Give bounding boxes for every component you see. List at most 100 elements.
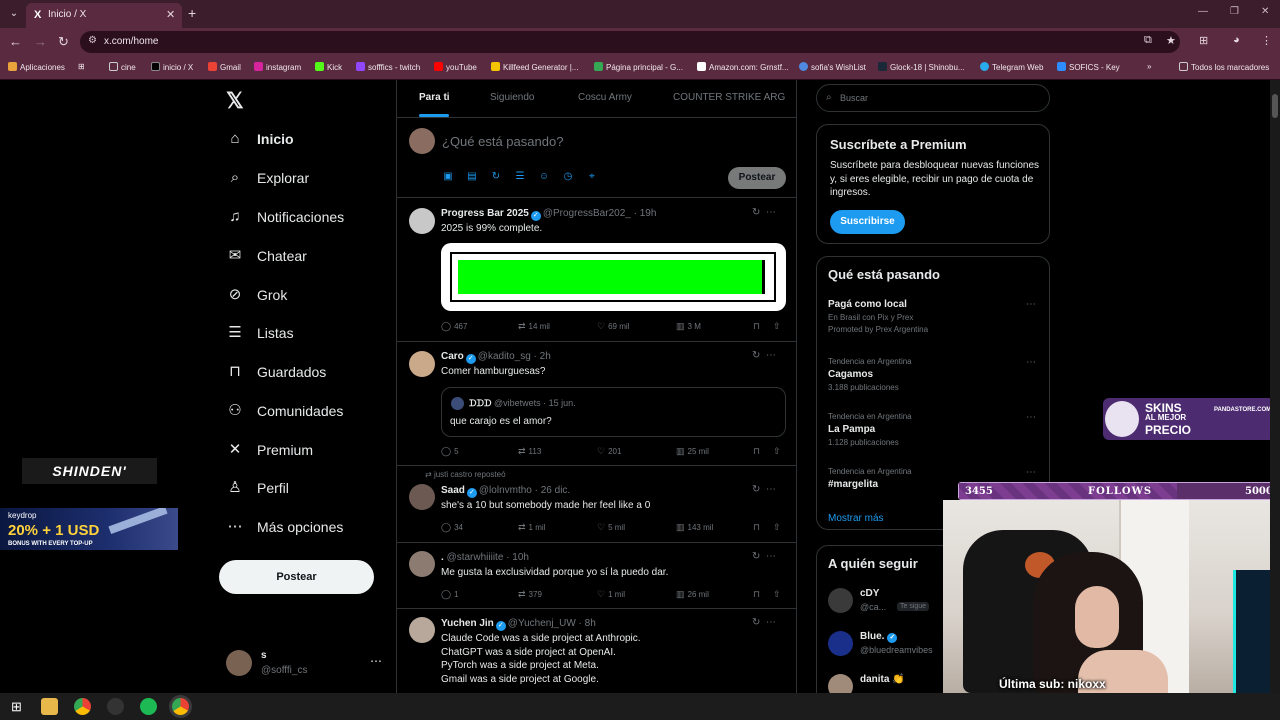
nav-item-explore[interactable]: ⌕ Explorar [226, 163, 309, 193]
scrollbar-thumb[interactable] [1272, 94, 1278, 118]
search-input[interactable]: ⌕ Buscar [816, 84, 1050, 112]
grok-icon[interactable]: ↻ ⋯ [752, 207, 776, 218]
share-button[interactable]: ⇧ [773, 589, 784, 600]
subscribe-button[interactable]: Suscribirse [830, 210, 905, 234]
bookmark-button[interactable]: ⊓ [753, 446, 763, 457]
bookmark-button[interactable]: ⊓ [753, 589, 763, 600]
new-tab-icon[interactable]: + [188, 5, 196, 21]
account-switcher[interactable]: s @sofffi_cs ⋯ [226, 648, 386, 678]
grok-icon[interactable]: ↻ ⋯ [752, 484, 776, 495]
chrome-icon[interactable] [74, 698, 91, 715]
bookmark-item[interactable]: Killfeed Generator |... [491, 62, 578, 72]
nav-item-chat[interactable]: ✉ Chatear [226, 241, 307, 271]
bookmark-folder-all[interactable]: Todos los marcadores [1179, 62, 1269, 72]
tab-following[interactable]: Siguiendo [490, 92, 534, 103]
nav-item-profile[interactable]: ♙ Perfil [226, 473, 289, 503]
nav-item-notifications[interactable]: ♫ Notificaciones [226, 202, 344, 232]
share-button[interactable]: ⇧ [773, 446, 784, 457]
more-icon[interactable]: ⋯ [370, 654, 382, 668]
show-more-link[interactable]: Mostrar más [828, 513, 884, 524]
post-button[interactable]: Postear [219, 560, 374, 594]
like-button[interactable]: ♡ 69 mil [597, 321, 629, 332]
more-bookmarks-icon[interactable]: » [1147, 62, 1151, 71]
obs-icon[interactable] [107, 698, 124, 715]
window-close-icon[interactable]: ✕ [1261, 6, 1269, 17]
trend-item[interactable]: Tendencia en Argentina Cagamos 3.188 pub… [828, 357, 1040, 392]
like-button[interactable]: ♡ 1 mil [597, 589, 625, 600]
schedule-icon[interactable]: ◷ [562, 171, 574, 183]
back-icon[interactable]: ← [9, 34, 22, 49]
repost-button[interactable]: ⇄ 14 mil [518, 321, 550, 332]
nav-item-home[interactable]: ⌂ Inicio [226, 124, 293, 154]
gif-icon[interactable]: ▤ [466, 171, 478, 183]
tab-coscu-army[interactable]: Coscu Army [578, 92, 632, 103]
quoted-tweet[interactable]: ᗪᗪᗪ @vibetwets · 15 jun. que carajo es e… [441, 387, 786, 437]
grok-icon[interactable]: ↻ ⋯ [752, 617, 776, 628]
bookmark-item[interactable]: youTube [434, 62, 477, 72]
views-button[interactable]: ▥ 3 M [676, 321, 701, 332]
address-bar[interactable]: ⚙ x.com/home [80, 31, 1180, 53]
bookmark-item[interactable]: Amazon.com: Grnstf... [697, 62, 789, 72]
like-button[interactable]: ♡ 201 [597, 446, 621, 457]
grok-icon[interactable]: ↻ ⋯ [752, 350, 776, 361]
bookmark-item[interactable]: Glock-18 | Shinobu... [878, 62, 965, 72]
tweet[interactable]: Caro ✓ @kadito_sg · 2h ↻ ⋯ Comer hamburgue… [397, 342, 797, 466]
repost-button[interactable]: ⇄ 113 [518, 446, 541, 457]
close-tab-icon[interactable]: ✕ [166, 8, 175, 21]
bookmark-item[interactable]: cine [109, 62, 136, 72]
tab-counter-strike-arg[interactable]: COUNTER STRIKE ARG [673, 92, 785, 103]
menu-icon[interactable]: ⋮ [1261, 34, 1272, 47]
image-icon[interactable]: ▣ [442, 171, 454, 183]
tweet[interactable]: Yuchen Jin ✓ @Yuchenj_UW · 8h ↻ ⋯ Claude C… [397, 609, 797, 693]
share-button[interactable]: ⇧ [773, 522, 784, 533]
reload-icon[interactable]: ↻ [58, 34, 69, 50]
bookmark-item[interactable]: Página principal - G... [594, 62, 683, 72]
nav-item-lists[interactable]: ☰ Listas [226, 318, 293, 348]
tweet[interactable]: . @starwhiiiite · 10h ↻ ⋯ Me gusta la ex… [397, 543, 797, 609]
trend-item[interactable]: Pagá como local En Brasil con Pix y Prex… [828, 299, 1040, 334]
bookmark-item[interactable]: SOFICS - Key [1057, 62, 1120, 72]
repost-button[interactable]: ⇄ 379 [518, 589, 542, 600]
grok-icon[interactable]: ↻ [490, 171, 502, 183]
composer-input[interactable]: ¿Qué está pasando? [442, 134, 563, 149]
nav-item-bookmarks[interactable]: ⊓ Guardados [226, 357, 326, 387]
bookmark-item[interactable]: sofffics - twitch [356, 62, 420, 72]
browser-tab-active[interactable]: X Inicio / X ✕ [26, 3, 182, 28]
views-button[interactable]: ▥ 143 mil [676, 522, 713, 533]
star-icon[interactable]: ★ [1166, 34, 1176, 47]
views-button[interactable]: ▥ 25 mil [676, 446, 709, 457]
emoji-icon[interactable]: ☺ [538, 171, 550, 183]
reply-button[interactable]: ◯ 1 [441, 589, 459, 600]
grok-icon[interactable]: ↻ ⋯ [752, 551, 776, 562]
nav-item-more[interactable]: ⋯ Más opciones [226, 512, 344, 542]
tab-for-you[interactable]: Para ti [419, 92, 450, 103]
spotify-icon[interactable] [140, 698, 157, 715]
forward-icon[interactable]: → [34, 34, 47, 49]
reply-button[interactable]: ◯ 5 [441, 446, 459, 457]
views-button[interactable]: ▥ 26 mil [676, 589, 709, 600]
tab-search-icon[interactable]: ⌄ [6, 6, 22, 22]
repost-button[interactable]: ⇄ 1 mil [518, 522, 545, 533]
page-scrollbar[interactable] [1270, 80, 1280, 693]
reply-button[interactable]: ◯ 34 [441, 522, 463, 533]
bookmark-button[interactable]: ⊓ [753, 522, 763, 533]
bookmark-item[interactable]: Gmail [208, 62, 241, 72]
share-button[interactable]: ⇧ [773, 321, 784, 332]
poll-icon[interactable]: ☰ [514, 171, 526, 183]
bookmark-item[interactable]: Kick [315, 62, 342, 72]
x-logo-icon[interactable]: 𝕏 [226, 88, 244, 114]
file-explorer-icon[interactable] [41, 698, 58, 715]
bookmark-item[interactable]: inicio / X [151, 62, 193, 72]
nav-item-premium[interactable]: ✕ Premium [226, 435, 313, 465]
tweet[interactable]: ⇄ justi castro reposteó Saad ✓ @lolnvmtho … [397, 466, 797, 543]
minimize-icon[interactable]: — [1198, 6, 1208, 17]
bookmark-item[interactable]: Aplicaciones [8, 62, 65, 72]
nav-item-communities[interactable]: ⚇ Comunidades [226, 396, 343, 426]
composer-post-button[interactable]: Postear [728, 167, 786, 189]
profile-icon[interactable]: ◕ [1233, 34, 1240, 46]
extensions-icon[interactable]: ⊞ [1199, 34, 1208, 47]
bookmark-item[interactable]: Telegram Web [980, 62, 1043, 72]
trend-item[interactable]: Tendencia en Argentina La Pampa 1.128 pu… [828, 412, 1040, 447]
site-info-icon[interactable]: ⚙ [88, 35, 97, 46]
bookmark-button[interactable]: ⊓ [753, 321, 763, 332]
